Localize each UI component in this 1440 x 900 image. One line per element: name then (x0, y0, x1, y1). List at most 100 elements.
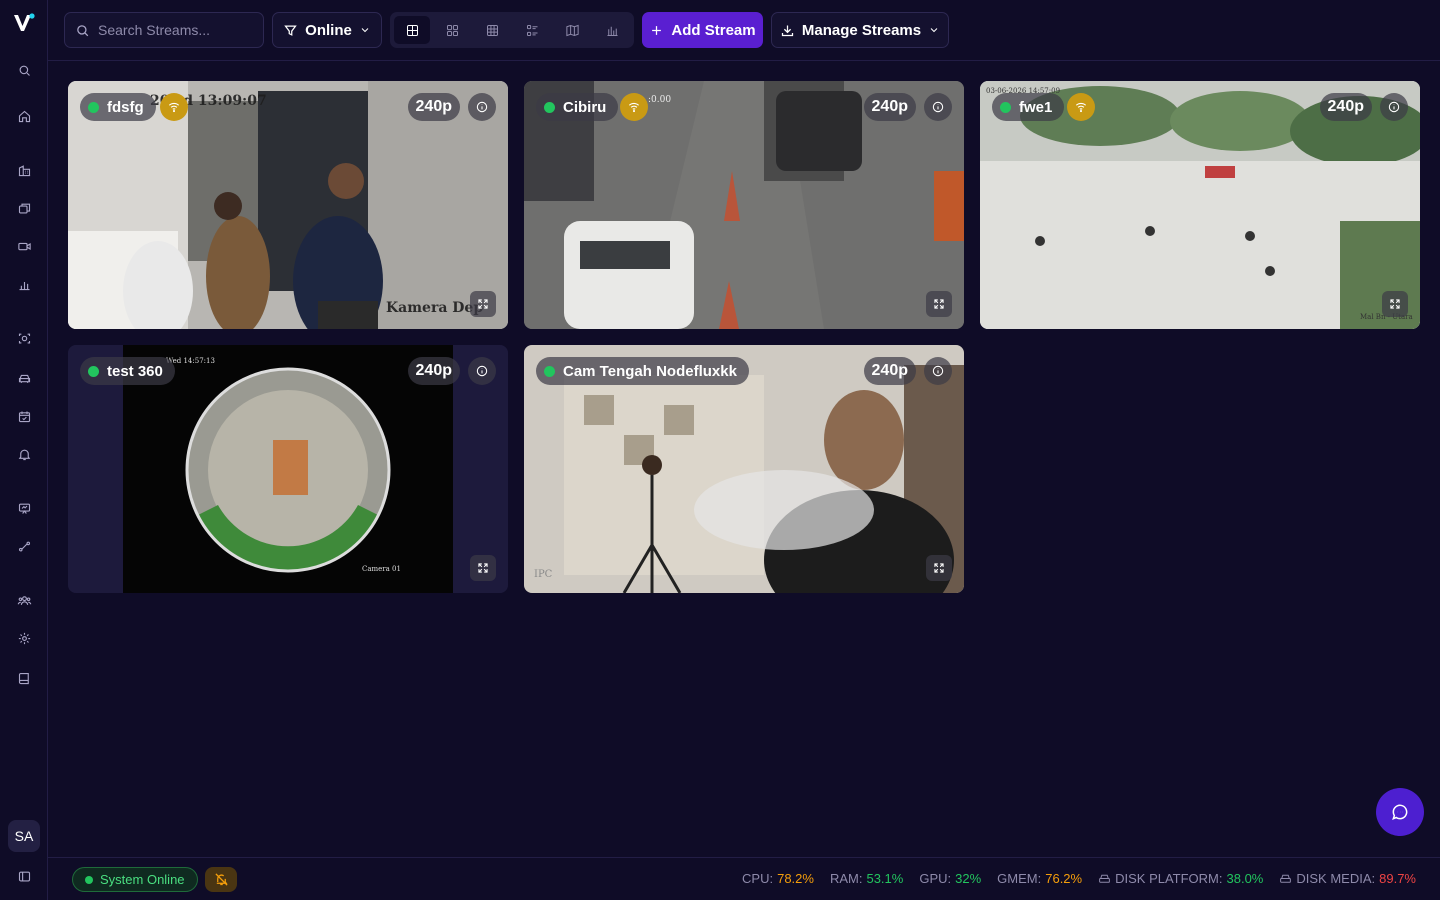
expand-icon[interactable] (926, 291, 952, 317)
gmem-value: 76.2% (1045, 871, 1083, 886)
map-view-button[interactable] (554, 16, 590, 44)
sidebar: SA (0, 0, 48, 900)
info-icon[interactable] (468, 357, 496, 385)
layers-icon[interactable] (14, 198, 34, 218)
stream-name-badge: Cibiru (536, 93, 619, 121)
grid-large-view-button[interactable] (394, 16, 430, 44)
disk-media-label: DISK MEDIA: (1296, 871, 1376, 886)
info-icon[interactable] (1380, 93, 1408, 121)
bar-chart-icon[interactable] (14, 274, 34, 294)
stream-card[interactable]: Wed 14:57:13 Camera 01 test 360 240p (68, 345, 508, 593)
route-icon[interactable] (14, 536, 34, 556)
manage-streams-label: Manage Streams (801, 21, 922, 39)
book-icon[interactable] (14, 668, 34, 688)
info-icon[interactable] (924, 357, 952, 385)
disk-media-value: 89.7% (1379, 871, 1416, 886)
scan-face-icon[interactable] (14, 328, 34, 348)
settings-icon[interactable] (14, 628, 34, 648)
home-icon[interactable] (14, 106, 34, 126)
info-icon[interactable] (924, 93, 952, 121)
search-icon (77, 24, 89, 36)
chat-button[interactable] (1376, 788, 1424, 836)
chart-view-button[interactable] (594, 16, 630, 44)
resolution-badge: 240p (863, 357, 916, 385)
camera-icon[interactable] (14, 236, 34, 256)
filter-icon (284, 25, 297, 36)
buildings-icon[interactable] (14, 160, 34, 180)
info-icon[interactable] (468, 93, 496, 121)
sidebar-toggle-icon[interactable] (14, 866, 34, 886)
notifications-muted-button[interactable] (205, 867, 237, 892)
presentation-icon[interactable] (14, 498, 34, 518)
system-status-badge: System Online (72, 867, 198, 892)
system-metrics: CPU: 78.2% RAM: 53.1% GPU: 32% GMEM: 76.2% D… (742, 871, 1416, 886)
people-icon[interactable] (14, 590, 34, 610)
add-stream-button[interactable]: Add Stream (642, 12, 763, 48)
feed-caption: IPC (534, 569, 553, 580)
calendar-icon[interactable] (14, 406, 34, 426)
stream-card[interactable]: IPC Cam Tengah Nodefluxkk 240p (524, 345, 964, 593)
feed-caption: Kamera Dep (386, 300, 484, 316)
expand-icon[interactable] (470, 555, 496, 581)
wifi-icon (160, 93, 188, 121)
search-box[interactable] (64, 12, 264, 48)
expand-icon[interactable] (926, 555, 952, 581)
stream-card[interactable]: 20 ed 13:09:07 Kamera Dep fdsfg 240p (68, 81, 508, 329)
stream-name-badge: fwe1 (992, 93, 1065, 121)
resolution-badge: 240p (407, 357, 460, 385)
chevron-down-icon (930, 28, 938, 33)
cpu-metric: CPU: 78.2% (742, 871, 814, 886)
expand-icon[interactable] (1382, 291, 1408, 317)
search-icon[interactable] (14, 60, 34, 80)
gpu-label: GPU: (919, 871, 952, 886)
chevron-down-icon (361, 28, 369, 33)
online-status-dot (544, 365, 555, 377)
list-icon (526, 24, 537, 36)
stream-name: test 360 (107, 362, 163, 380)
online-status-dot (1000, 101, 1011, 113)
gmem-metric: GMEM: 76.2% (997, 871, 1082, 886)
resolution-badge: 240p (407, 93, 460, 121)
disk-icon (1099, 874, 1110, 883)
filter-label: Online (305, 21, 352, 39)
online-status-dot (88, 101, 99, 113)
stream-name: fwe1 (1019, 98, 1053, 116)
car-icon[interactable] (14, 368, 34, 388)
cpu-label: CPU: (742, 871, 774, 886)
gpu-metric: GPU: 32% (919, 871, 981, 886)
stream-name: fdsfg (107, 98, 144, 116)
system-status-label: System Online (100, 872, 185, 887)
online-status-dot (544, 101, 555, 113)
stream-name-badge: Cam Tengah Nodefluxkk (536, 357, 749, 385)
feed-timestamp: :0.00 (648, 95, 672, 105)
resolution-badge: 240p (1319, 93, 1372, 121)
logo[interactable] (11, 10, 37, 36)
map-icon (565, 24, 579, 36)
resolution-badge: 240p (863, 93, 916, 121)
table-icon (486, 24, 498, 36)
feed-caption: Camera 01 (362, 565, 401, 573)
search-input[interactable] (98, 22, 248, 38)
manage-streams-dropdown[interactable]: Manage Streams (771, 12, 949, 48)
wifi-icon (1067, 93, 1095, 121)
gpu-value: 32% (955, 871, 982, 886)
avatar[interactable]: SA (8, 820, 40, 852)
status-bar: System Online CPU: 78.2% RAM: 53.1% GPU: 32… (48, 857, 1440, 900)
download-icon (781, 25, 794, 36)
bell-icon[interactable] (14, 444, 34, 464)
expand-icon[interactable] (470, 291, 496, 317)
stream-card[interactable]: 03-06-2026 14:57:09 Mal Bn - Utara fwe1 … (980, 81, 1420, 329)
add-stream-label: Add Stream (671, 21, 756, 39)
filter-dropdown[interactable]: Online (272, 12, 382, 48)
table-view-button[interactable] (474, 16, 510, 44)
stream-name-badge: fdsfg (80, 93, 156, 121)
chart-icon (607, 26, 617, 36)
gmem-label: GMEM: (997, 871, 1042, 886)
disk-media-metric: DISK MEDIA: 89.7% (1279, 871, 1416, 886)
grid-small-view-button[interactable] (434, 16, 470, 44)
stream-name-badge: test 360 (80, 357, 175, 385)
list-view-button[interactable] (514, 16, 550, 44)
view-mode-switcher (390, 12, 634, 48)
grid-small-icon (446, 24, 458, 36)
stream-card[interactable]: :0.00 Cibiru 240p (524, 81, 964, 329)
